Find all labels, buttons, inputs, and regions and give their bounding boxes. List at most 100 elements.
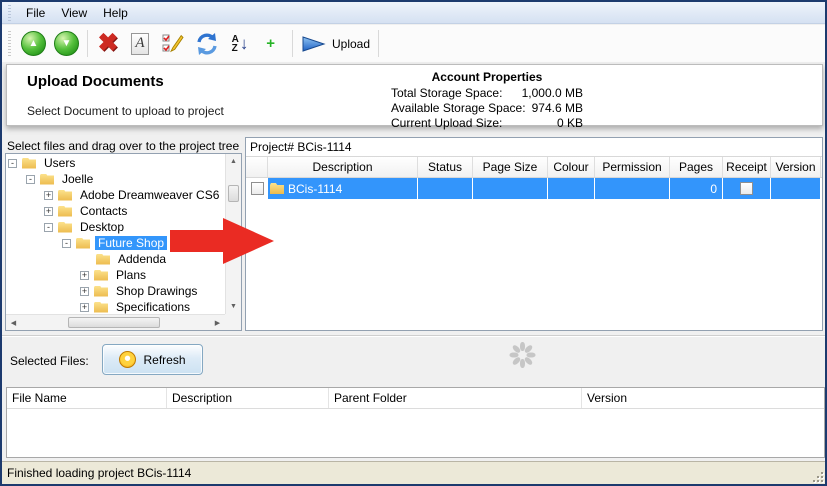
column-header-page-size[interactable]: Page Size: [473, 157, 548, 177]
account-properties-title: Account Properties: [391, 70, 583, 84]
red-arrow-body: [170, 230, 223, 252]
scroll-up-icon[interactable]: ▲: [226, 154, 241, 169]
column-header-version[interactable]: Version: [771, 157, 821, 177]
refresh-label: Refresh: [143, 353, 185, 367]
toolbar-separator: [292, 30, 293, 57]
account-row: Current Upload Size: 0 KB: [391, 116, 583, 131]
upload-size-value: 0 KB: [557, 116, 583, 131]
expander-icon[interactable]: -: [62, 239, 71, 248]
version-cell: [771, 178, 821, 199]
column-header-description[interactable]: Description: [268, 157, 418, 177]
menu-gripper: [8, 5, 11, 21]
menu-help[interactable]: Help: [95, 4, 136, 22]
account-row: Available Storage Space: 974.6 MB: [391, 101, 583, 116]
move-up-button[interactable]: ▲: [17, 28, 50, 60]
expander-icon[interactable]: -: [44, 223, 53, 232]
expander-icon[interactable]: -: [26, 175, 35, 184]
column-header-parent-folder[interactable]: Parent Folder: [329, 388, 582, 408]
column-header-permission[interactable]: Permission: [595, 157, 670, 177]
tree-item-adobe-dreamweaver[interactable]: + Adobe Dreamweaver CS6: [6, 187, 225, 203]
column-header-file-name[interactable]: File Name: [7, 388, 167, 408]
resize-grip[interactable]: [811, 470, 823, 482]
edit-list-button[interactable]: [156, 28, 190, 60]
column-header-description[interactable]: Description: [167, 388, 329, 408]
scrollbar-thumb[interactable]: [68, 317, 160, 328]
scroll-down-icon[interactable]: ▼: [226, 299, 241, 314]
menu-bar: File View Help: [2, 2, 825, 24]
sync-button[interactable]: [190, 28, 224, 60]
column-header-status[interactable]: Status: [418, 157, 473, 177]
row-checkbox[interactable]: [251, 182, 264, 195]
expander-icon[interactable]: +: [80, 271, 89, 280]
pages-cell: 0: [670, 178, 723, 199]
tree-item-users[interactable]: - Users: [6, 155, 225, 171]
tree-item-contacts[interactable]: + Contacts: [6, 203, 225, 219]
select-all-header[interactable]: [246, 157, 268, 177]
upload-arrow-icon: [301, 34, 327, 54]
folder-icon: [270, 183, 284, 194]
scroll-right-icon[interactable]: ▶: [210, 315, 225, 330]
account-properties: Account Properties Total Storage Space: …: [391, 70, 583, 131]
scroll-left-icon[interactable]: ◀: [6, 315, 21, 330]
total-storage-value: 1,000.0 MB: [522, 86, 583, 101]
expander-icon[interactable]: -: [8, 159, 17, 168]
menu-view[interactable]: View: [53, 4, 95, 22]
expander-icon[interactable]: +: [80, 303, 89, 312]
column-header-pages[interactable]: Pages: [670, 157, 723, 177]
receipt-checkbox[interactable]: [740, 182, 753, 195]
status-text: Finished loading project BCis-1114: [7, 466, 191, 480]
selected-files-table: File Name Description Parent Folder Vers…: [6, 387, 825, 458]
tree-horizontal-scrollbar[interactable]: ◀ ▶: [6, 314, 225, 330]
column-header-colour[interactable]: Colour: [548, 157, 595, 177]
add-folder-button[interactable]: +: [256, 28, 288, 60]
selected-files-label: Selected Files:: [10, 354, 89, 368]
sort-button[interactable]: AZ ↓: [224, 28, 256, 60]
loading-spinner-icon: [508, 341, 536, 369]
status-bar: Finished loading project BCis-1114: [2, 461, 825, 484]
account-row: Total Storage Space: 1,000.0 MB: [391, 86, 583, 101]
delete-x-icon: ✖: [98, 31, 119, 56]
expander-icon[interactable]: +: [80, 287, 89, 296]
files-table-header: File Name Description Parent Folder Vers…: [7, 388, 824, 409]
column-header-version[interactable]: Version: [582, 388, 824, 408]
receipt-cell: [723, 178, 771, 199]
scrollbar-corner: [225, 314, 241, 330]
arrow-up-icon: ▲: [21, 31, 46, 56]
sync-refresh-icon: [194, 31, 220, 57]
expander-icon[interactable]: +: [44, 191, 53, 200]
folder-icon: [76, 238, 90, 249]
font-page-icon: A: [131, 33, 149, 55]
header-panel: Upload Documents Select Document to uplo…: [6, 64, 823, 126]
tree-item-shop-drawings[interactable]: + Shop Drawings: [6, 283, 225, 299]
page-title: Upload Documents: [27, 73, 164, 90]
edit-list-icon: [160, 31, 186, 57]
page-subtitle: Select Document to upload to project: [27, 104, 224, 118]
project-row-bcis-1114[interactable]: BCis-1114 0: [246, 178, 822, 199]
status-cell: [418, 178, 473, 199]
upload-button[interactable]: Upload: [297, 28, 374, 60]
expander-icon[interactable]: +: [44, 207, 53, 216]
tree-item-joelle[interactable]: - Joelle: [6, 171, 225, 187]
toolbar: ▲ ▼ ✖ A: [2, 25, 825, 62]
tree-item-plans[interactable]: + Plans: [6, 267, 225, 283]
permission-cell: [595, 178, 670, 199]
scrollbar-thumb[interactable]: [228, 185, 239, 202]
sort-az-icon: AZ ↓: [232, 35, 249, 53]
grid-header: Description Status Page Size Colour Perm…: [246, 156, 822, 178]
page-size-cell: [473, 178, 548, 199]
toolbar-separator: [87, 30, 88, 57]
red-arrow-head: [223, 218, 274, 264]
refresh-button[interactable]: Refresh: [102, 344, 203, 375]
tree-caption: Select files and drag over to the projec…: [7, 139, 239, 153]
description-cell: BCis-1114: [268, 178, 418, 199]
toolbar-gripper: [8, 31, 11, 57]
move-down-button[interactable]: ▼: [50, 28, 83, 60]
upload-size-label: Current Upload Size:: [391, 116, 502, 131]
folder-icon: [58, 206, 72, 217]
tree-item-specifications[interactable]: + Specifications: [6, 299, 225, 314]
font-button[interactable]: A: [124, 28, 156, 60]
arrow-down-icon: ▼: [54, 31, 79, 56]
delete-button[interactable]: ✖: [92, 28, 124, 60]
column-header-receipt[interactable]: Receipt: [723, 157, 771, 177]
menu-file[interactable]: File: [18, 4, 53, 22]
